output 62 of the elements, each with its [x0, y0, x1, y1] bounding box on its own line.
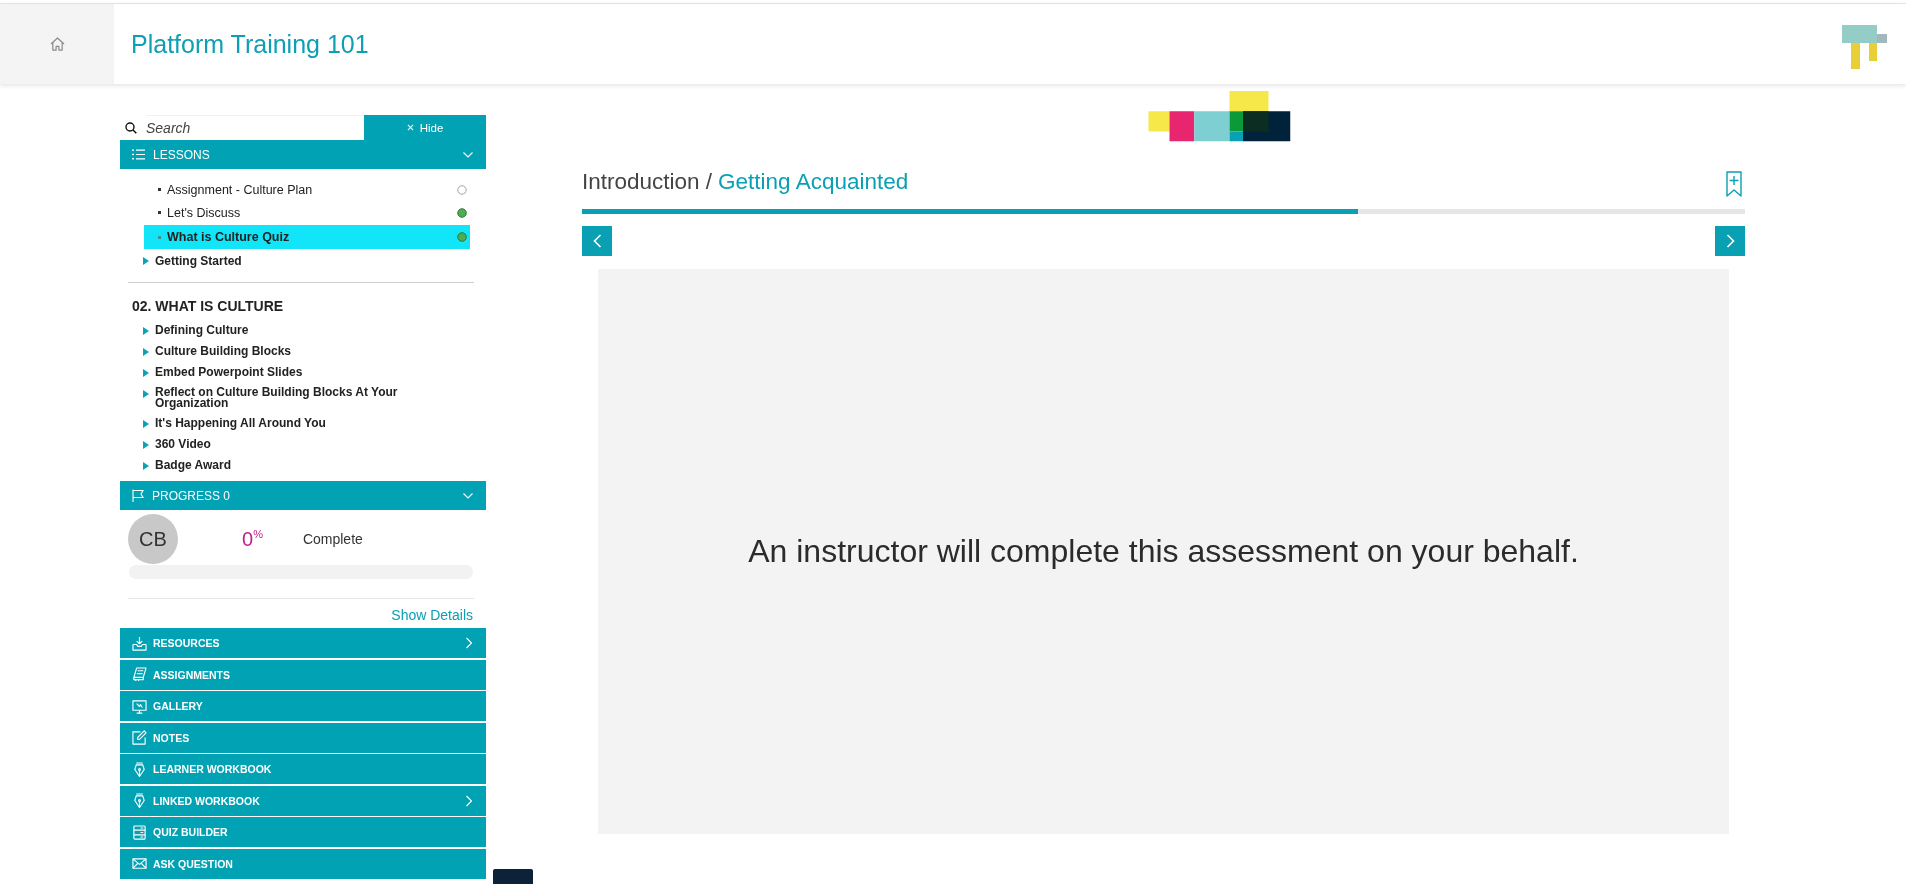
chevron-left-icon: [592, 234, 602, 248]
bullet-icon: [158, 188, 161, 191]
caret-icon: [143, 462, 149, 470]
status-text: Complete: [302, 531, 363, 547]
caret-icon: [143, 441, 149, 449]
topic-item[interactable]: Badge Award: [120, 455, 486, 476]
lesson-item[interactable]: Let's Discuss: [144, 201, 470, 224]
menu-item[interactable]: ASSIGNMENTS: [120, 659, 486, 690]
hide-button[interactable]: Hide: [364, 115, 486, 140]
caret-icon: [143, 327, 149, 335]
form-icon: [132, 824, 147, 840]
next-button[interactable]: [1715, 226, 1745, 256]
progress-header[interactable]: PROGRESS 0: [120, 481, 486, 510]
list-icon: [132, 149, 145, 160]
lesson-item[interactable]: Assignment - Culture Plan: [144, 178, 470, 201]
topic-item[interactable]: Culture Building Blocks: [120, 341, 486, 362]
pen-nib-icon: [132, 793, 147, 808]
caret-icon: [143, 369, 149, 377]
menu-item[interactable]: QUIZ BUILDER: [120, 817, 486, 847]
caret-icon: [143, 390, 149, 398]
course-title: Platform Training 101: [131, 29, 369, 59]
lesson-item[interactable]: What is Culture Quiz: [144, 225, 470, 249]
bookmark-plus-icon[interactable]: [1726, 171, 1742, 197]
caret-icon: [143, 348, 149, 356]
breadcrumb-current: Getting Acquainted: [718, 169, 909, 195]
lessons-header[interactable]: LESSONS: [120, 140, 486, 169]
topic-item[interactable]: Getting Started: [120, 250, 486, 273]
pencil-square-icon: [132, 730, 147, 745]
pen-nib-icon: [132, 761, 147, 777]
topic-item[interactable]: Embed Powerpoint Slides: [120, 362, 486, 383]
square-tile: [493, 869, 533, 884]
close-icon: [406, 124, 414, 131]
bullet-icon: [158, 235, 161, 239]
assessment-message: An instructor will complete this assessment on your behalf.: [748, 533, 1579, 570]
home-icon: [49, 37, 65, 51]
previous-button[interactable]: [582, 226, 612, 256]
topic-item[interactable]: It's Happening All Around You: [120, 413, 486, 434]
section-title: 02. WHAT IS CULTURE: [131, 297, 285, 316]
menu-item[interactable]: LEARNER WORKBOOK: [120, 754, 486, 784]
topic-item[interactable]: 360 Video: [120, 434, 486, 455]
menu-item[interactable]: ASK QUESTION: [120, 848, 486, 879]
caret-icon: [143, 257, 149, 265]
monitor-icon: [132, 698, 147, 714]
menu-item[interactable]: GALLERY: [120, 691, 486, 721]
menu-item[interactable]: LINKED WORKBOOK: [120, 785, 486, 816]
notepad-icon: [132, 667, 147, 682]
show-details-link[interactable]: Show Details: [391, 607, 473, 623]
logo: [1842, 25, 1887, 69]
bullet-icon: [158, 211, 161, 214]
flag-icon: [132, 489, 144, 502]
avatar: CB: [128, 514, 178, 564]
percent-text: 0$^{%}$: [242, 527, 263, 551]
chevron-right-icon: [1725, 234, 1735, 248]
menu-item[interactable]: NOTES: [120, 722, 486, 753]
search-icon: [125, 121, 137, 134]
menu-item[interactable]: RESOURCES: [120, 628, 486, 658]
envelope-icon: [132, 856, 147, 871]
topic-item[interactable]: Reflect on Culture Building Blocks At Your Organization: [120, 383, 486, 413]
caret-icon: [143, 420, 149, 428]
breadcrumb-parent: Introduction /: [582, 169, 713, 195]
tray-icon: [132, 635, 147, 651]
topic-item[interactable]: Defining Culture: [120, 320, 486, 341]
